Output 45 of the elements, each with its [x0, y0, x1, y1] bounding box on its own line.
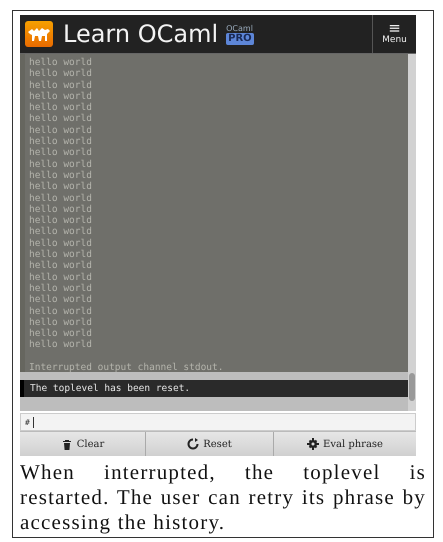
output-line: hello world	[29, 124, 93, 136]
output-line: hello world	[29, 90, 93, 102]
badge-caption: OCaml	[226, 24, 253, 32]
output-line: hello world	[29, 294, 93, 306]
toolbar-button[interactable]: Eval phrase	[274, 432, 416, 456]
output-line: hello world	[29, 204, 93, 216]
output-line: hello world	[29, 57, 93, 68]
gear-icon	[307, 438, 320, 450]
output-line: hello world	[29, 260, 93, 272]
text-cursor	[32, 416, 34, 428]
output-line: hello world	[29, 306, 93, 317]
scrollbar-thumb[interactable]	[409, 373, 415, 401]
trash-icon	[60, 438, 73, 450]
output-line: hello world	[29, 68, 93, 80]
output-line: hello world	[29, 181, 93, 193]
output-line: hello world	[29, 102, 93, 114]
output-line: hello world	[29, 282, 93, 294]
pro-badge: PRO	[226, 32, 254, 44]
toolbar-button[interactable]: Clear	[20, 432, 146, 456]
output-line: hello world	[29, 147, 93, 159]
reset-message: The toplevel has been reset.	[20, 380, 408, 397]
menu-icon: ≡	[388, 22, 401, 35]
output-line: hello world	[29, 113, 93, 125]
prompt-symbol: #	[25, 418, 30, 426]
refresh-icon	[187, 438, 200, 450]
output-line: hello world	[29, 339, 93, 351]
output-line: Interrupted output channel stdout.	[29, 362, 224, 372]
app-title: Learn OCaml	[63, 20, 218, 48]
output-line: hello world	[29, 226, 93, 238]
output-line: hello world	[29, 158, 93, 170]
output-line: hello world	[29, 272, 93, 283]
output-line: hello world	[29, 249, 93, 260]
scrollbar[interactable]	[408, 54, 416, 411]
input-field[interactable]: #	[20, 413, 416, 431]
camel-logo-icon	[25, 21, 53, 47]
output-line: hello world	[29, 215, 93, 226]
output-line: hello world	[29, 80, 93, 91]
output-line: hello world	[29, 328, 93, 340]
output-line: hello world	[29, 170, 93, 182]
output-line: hello world	[29, 192, 93, 204]
toolbar-button[interactable]: Reset	[146, 432, 274, 456]
output-line: hello world	[29, 316, 93, 328]
output-line: hello world	[29, 136, 93, 148]
caption-text: When interrupted, the toplevel is restarted. The user can retry its phrase by accessing the history.	[20, 460, 426, 535]
output-line: hello world	[29, 238, 93, 250]
